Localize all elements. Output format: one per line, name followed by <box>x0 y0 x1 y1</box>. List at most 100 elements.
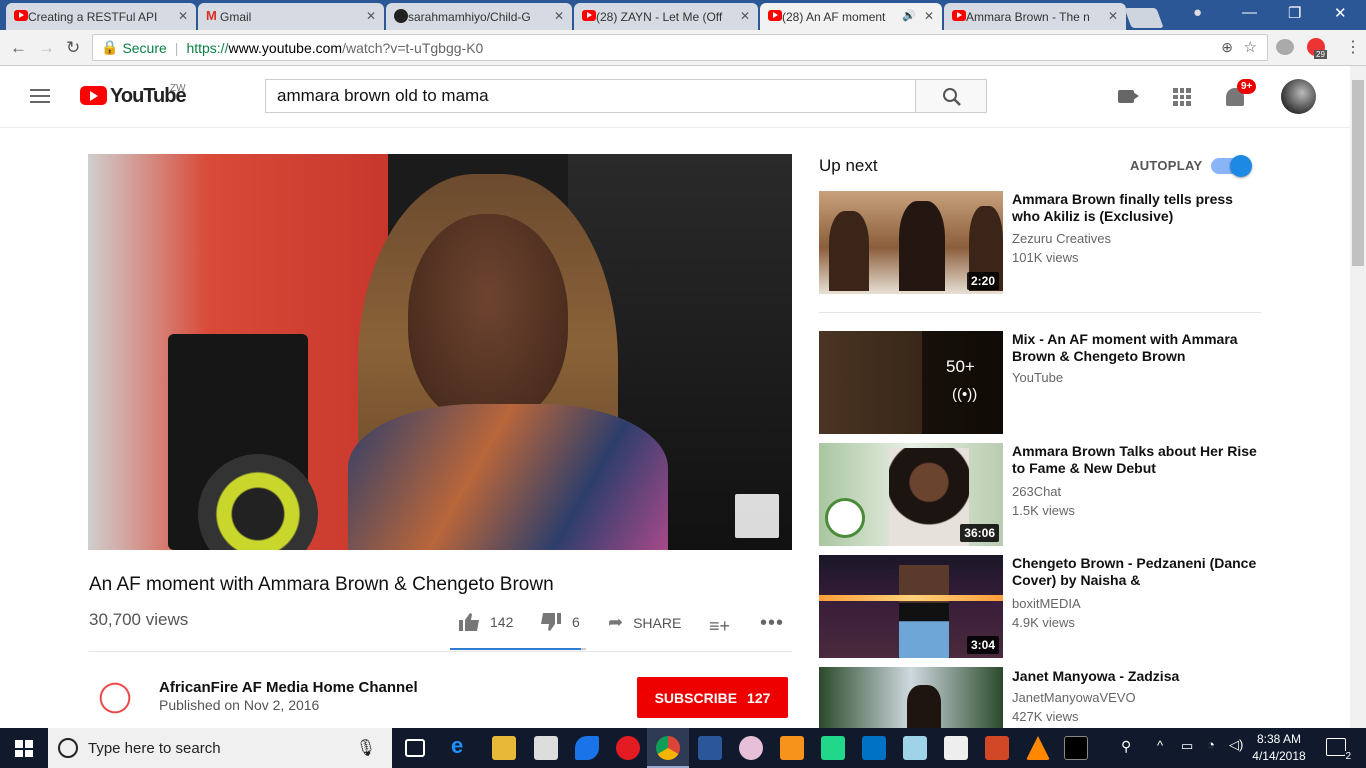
forward-arrow-icon[interactable]: → <box>38 38 55 58</box>
region-code: ZW <box>170 83 186 94</box>
view-count: 30,700 views <box>89 610 189 629</box>
dislike-button[interactable]: 6 <box>540 612 580 632</box>
video-thumbnail[interactable]: 3:04 <box>819 555 1003 658</box>
page-scrollbar[interactable] <box>1350 66 1366 728</box>
related-video-title[interactable]: Janet Manyowa - Zadzisa <box>1012 668 1257 685</box>
chrome-icon[interactable] <box>656 736 680 760</box>
playlist-overlay: 50+ ((•)) <box>922 331 1003 434</box>
hamburger-menu-icon[interactable] <box>30 89 50 103</box>
youtube-logo-icon[interactable] <box>80 86 107 105</box>
sublime-text-icon[interactable] <box>780 736 804 760</box>
taskbar-clock[interactable]: 8:38 AM 4/14/2018 <box>1248 731 1310 765</box>
thumbnail-figure-shape <box>899 201 945 291</box>
video-player[interactable] <box>88 154 792 550</box>
windows-start-icon[interactable] <box>15 740 33 757</box>
add-to-playlist-icon[interactable]: ≡+ <box>709 616 730 637</box>
file-explorer-icon[interactable] <box>492 736 516 760</box>
secure-label: Secure <box>122 39 167 56</box>
browser-tab[interactable]: sarahmamhiyo/Child-G ✕ <box>386 3 572 30</box>
share-button[interactable]: ➦ SHARE <box>608 612 681 633</box>
thumbnail-figure-shape <box>829 211 869 291</box>
zoom-icon[interactable]: ⊕ <box>1221 39 1233 56</box>
video-thumbnail[interactable]: 36:06 <box>819 443 1003 546</box>
video-thumbnail[interactable]: 2:20 <box>819 191 1003 294</box>
upload-video-icon[interactable] <box>1118 90 1134 103</box>
subscribe-button[interactable]: SUBSCRIBE 127 <box>637 677 788 718</box>
browser-tab[interactable]: Creating a RESTFul API ✕ <box>6 3 196 30</box>
close-window-button[interactable]: ✕ <box>1334 4 1347 22</box>
photos-icon[interactable] <box>944 736 968 760</box>
people-icon[interactable]: ⚲ <box>1121 738 1131 755</box>
playlist-count: 50+ <box>946 357 975 376</box>
more-options-icon[interactable]: ••• <box>760 612 784 635</box>
mail-icon[interactable] <box>534 736 558 760</box>
edge-browser-icon[interactable]: e <box>451 733 475 758</box>
browser-tab[interactable]: (28) ZAYN - Let Me (Off ✕ <box>574 3 758 30</box>
maximize-button[interactable]: ❐ <box>1288 4 1301 22</box>
related-video-title[interactable]: Mix - An AF moment with Ammara Brown & C… <box>1012 331 1257 365</box>
divider <box>819 312 1261 313</box>
video-thumbnail[interactable] <box>819 667 1003 728</box>
paint-icon[interactable] <box>739 736 763 760</box>
battery-icon[interactable]: ▭ <box>1181 738 1193 754</box>
terminal-icon[interactable] <box>1064 736 1088 760</box>
search-button[interactable] <box>915 79 987 113</box>
close-icon[interactable]: ✕ <box>924 9 934 23</box>
bookmark-star-icon[interactable]: ☆ <box>1244 38 1257 56</box>
tab-title: Creating a RESTFul API <box>28 9 158 24</box>
cortana-icon <box>58 738 78 758</box>
channel-avatar[interactable] <box>92 675 138 721</box>
pycharm-icon[interactable] <box>821 736 845 760</box>
avatar[interactable] <box>1281 79 1316 114</box>
apps-grid-icon[interactable] <box>1173 88 1191 106</box>
vlc-icon[interactable] <box>1026 736 1050 760</box>
action-center-icon[interactable]: 2 <box>1326 738 1351 762</box>
browser-tab[interactable]: M Gmail ✕ <box>198 3 384 30</box>
video-duration: 36:06 <box>960 524 999 542</box>
extension-icon[interactable] <box>1276 39 1294 55</box>
related-video-title[interactable]: Chengeto Brown - Pedzaneni (Dance Cover)… <box>1012 555 1257 589</box>
browser-menu-icon[interactable]: ⋮ <box>1345 37 1361 57</box>
reload-icon[interactable]: ↻ <box>66 38 80 58</box>
related-video-title[interactable]: Ammara Brown finally tells press who Aki… <box>1012 191 1257 225</box>
microphone-icon[interactable]: 🎙 <box>356 738 376 758</box>
taskbar-search-input[interactable]: Type here to search 🎙 <box>48 728 392 768</box>
close-icon[interactable]: ✕ <box>178 9 188 23</box>
search-input[interactable]: ammara brown old to mama <box>265 79 916 113</box>
profile-icon[interactable]: ● <box>1193 4 1202 21</box>
tab-title: sarahmamhiyo/Child-G <box>408 9 531 24</box>
autoplay-toggle[interactable] <box>1211 155 1252 177</box>
divider: | <box>174 39 179 56</box>
scrollbar-thumb[interactable] <box>1352 80 1364 266</box>
channel-name[interactable]: AfricanFire AF Media Home Channel <box>159 679 418 696</box>
volume-icon[interactable]: ◁) <box>1229 737 1243 753</box>
close-icon[interactable]: ✕ <box>740 9 750 23</box>
back-arrow-icon[interactable]: ← <box>10 38 27 58</box>
new-tab-button[interactable] <box>1124 8 1164 28</box>
related-video-title[interactable]: Ammara Brown Talks about Her Rise to Fam… <box>1012 443 1257 477</box>
action-center-count: 2 <box>1345 751 1351 762</box>
address-bar[interactable]: 🔒 Secure | https:// www.youtube.com /wat… <box>92 34 1268 61</box>
word-icon[interactable] <box>698 736 722 760</box>
app-icon[interactable] <box>903 736 927 760</box>
browser-tab-active[interactable]: (28) An AF moment 🔊 ✕ <box>760 3 942 30</box>
browser-tab[interactable]: Ammara Brown - The n ✕ <box>944 3 1126 30</box>
youtube-icon <box>952 10 966 21</box>
chevron-up-icon[interactable]: ^ <box>1157 738 1163 753</box>
powerpoint-icon[interactable] <box>985 736 1009 760</box>
opera-icon[interactable] <box>616 736 640 760</box>
app-icon[interactable] <box>575 736 599 760</box>
minimize-button[interactable]: — <box>1242 4 1257 21</box>
mix-playlist-thumbnail[interactable]: 50+ ((•)) <box>819 331 1003 434</box>
close-icon[interactable]: ✕ <box>366 9 376 23</box>
channel-watermark-logo[interactable] <box>735 494 779 538</box>
wifi-icon[interactable]: ◔ <box>1207 737 1215 752</box>
related-video-channel: JanetManyowaVEVO <box>1012 690 1136 705</box>
close-icon[interactable]: ✕ <box>554 9 564 23</box>
close-icon[interactable]: ✕ <box>1108 9 1118 23</box>
like-button[interactable]: 142 <box>458 612 513 632</box>
outlook-icon[interactable] <box>862 736 886 760</box>
audio-playing-icon[interactable]: 🔊 <box>902 9 916 22</box>
tab-title: (28) An AF moment <box>782 9 886 24</box>
task-view-icon[interactable] <box>405 739 425 757</box>
